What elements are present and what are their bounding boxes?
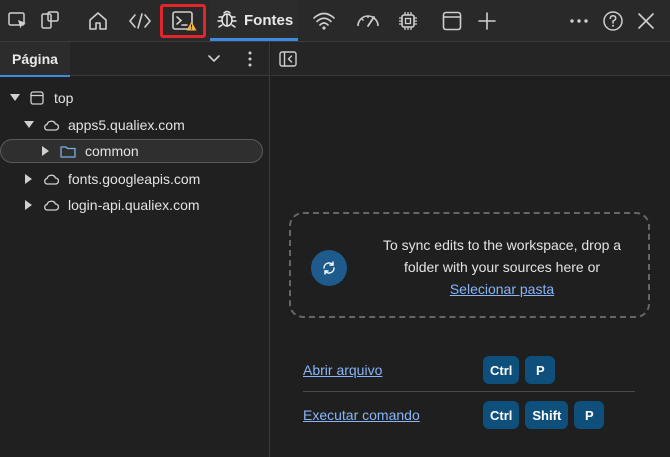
- tab-page[interactable]: Página: [0, 42, 70, 77]
- chevron-down-icon[interactable]: [203, 48, 225, 70]
- elements-icon[interactable]: [124, 6, 156, 36]
- folder-icon: [59, 145, 77, 158]
- run-command-link[interactable]: Executar comando: [303, 407, 420, 423]
- tree-item-top[interactable]: top: [8, 86, 73, 110]
- key-cap: P: [574, 401, 605, 429]
- shortcut-open-file: Abrir arquivo Ctrl P: [303, 348, 635, 392]
- console-icon[interactable]: [160, 4, 206, 38]
- key-cap: Ctrl: [483, 356, 520, 384]
- key-cap: Ctrl: [483, 401, 520, 429]
- more-icon[interactable]: [563, 6, 595, 36]
- shortcut-run-command: Executar comando Ctrl Shift P: [303, 393, 635, 437]
- application-icon[interactable]: [436, 6, 468, 36]
- sources-tab-label: Fontes: [244, 12, 294, 29]
- collapsed-arrow-icon[interactable]: [22, 174, 36, 184]
- tree-item-label: top: [54, 90, 74, 106]
- shortcut-keys: Ctrl Shift P: [483, 401, 605, 429]
- tree-item-domain[interactable]: fonts.googleapis.com: [22, 167, 200, 191]
- tree-item-label: fonts.googleapis.com: [68, 171, 201, 187]
- cloud-icon: [42, 199, 60, 211]
- editor-header: [271, 42, 670, 76]
- tree-item-label: apps5.qualiex.com: [68, 117, 185, 133]
- tree-item-domain[interactable]: login-api.qualiex.com: [22, 193, 200, 217]
- navigator-header: Página: [0, 42, 269, 77]
- inspect-element-icon[interactable]: [2, 6, 34, 36]
- add-tool-icon[interactable]: [471, 6, 503, 36]
- tab-sources[interactable]: Fontes: [210, 0, 298, 41]
- warning-badge-icon: [186, 21, 197, 31]
- device-emulation-icon[interactable]: [34, 6, 66, 36]
- dropzone-instructions: To sync edits to the workspace, drop a f…: [382, 237, 622, 275]
- tree-item-folder[interactable]: common: [0, 139, 263, 163]
- cloud-icon: [42, 173, 60, 185]
- bug-icon: [216, 7, 238, 34]
- close-icon[interactable]: [630, 6, 662, 36]
- frame-icon: [28, 91, 46, 105]
- select-folder-link[interactable]: Selecionar pasta: [450, 281, 554, 297]
- workspace-dropzone[interactable]: To sync edits to the workspace, drop a f…: [289, 212, 650, 318]
- collapsed-arrow-icon[interactable]: [39, 146, 53, 156]
- expand-arrow-icon[interactable]: [8, 94, 22, 102]
- network-icon[interactable]: [308, 6, 340, 36]
- key-cap: P: [525, 356, 556, 384]
- shortcut-keys: Ctrl P: [483, 356, 556, 384]
- active-tab-indicator: [210, 38, 298, 41]
- active-tab-indicator: [0, 75, 70, 77]
- collapsed-arrow-icon[interactable]: [22, 200, 36, 210]
- memory-icon[interactable]: [392, 6, 424, 36]
- navigator-panel: Página top apps5.qualiex.com common font…: [0, 42, 270, 457]
- expand-arrow-icon[interactable]: [22, 121, 36, 129]
- performance-icon[interactable]: [352, 6, 384, 36]
- help-icon[interactable]: [597, 6, 629, 36]
- sync-icon: [311, 250, 347, 286]
- tree-item-label: login-api.qualiex.com: [68, 197, 200, 213]
- open-file-link[interactable]: Abrir arquivo: [303, 362, 382, 378]
- divider: [303, 391, 635, 392]
- tree-item-domain[interactable]: apps5.qualiex.com: [22, 113, 185, 137]
- more-options-icon[interactable]: [240, 47, 260, 71]
- tree-item-label: common: [85, 143, 139, 159]
- tab-page-label: Página: [12, 51, 58, 67]
- dropzone-text: To sync edits to the workspace, drop a f…: [367, 234, 637, 300]
- key-cap: Shift: [525, 401, 569, 429]
- editor-panel: To sync edits to the workspace, drop a f…: [271, 42, 670, 457]
- devtools-toolbar: Fontes: [0, 0, 670, 42]
- cloud-icon: [42, 119, 60, 131]
- sidebar-toggle-icon[interactable]: [277, 49, 299, 69]
- home-icon[interactable]: [82, 6, 114, 36]
